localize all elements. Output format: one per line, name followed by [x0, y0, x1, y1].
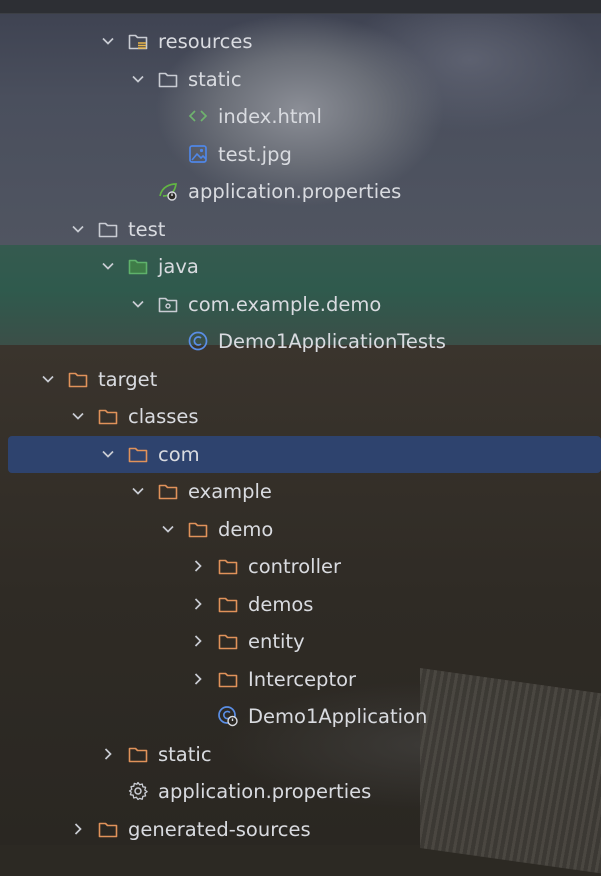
excluded-folder-icon: [217, 555, 239, 577]
chevron-right-icon[interactable]: [188, 631, 208, 651]
tree-node-label: resources: [158, 30, 253, 53]
tree-node-resources[interactable]: resources: [0, 23, 601, 60]
folder-icon: [97, 218, 119, 240]
package-icon: [157, 293, 179, 315]
excluded-folder-icon: [187, 518, 209, 540]
html-file-icon: [187, 105, 209, 127]
tree-node-com-example-demo[interactable]: com.example.demo: [0, 286, 601, 323]
tree-node-com[interactable]: com: [0, 436, 601, 473]
tree-node-label: generated-sources: [128, 817, 311, 841]
tree-node-label: Demo1Application: [248, 705, 428, 728]
tree-node-demo[interactable]: demo: [0, 511, 601, 548]
chevron-down-icon[interactable]: [38, 369, 58, 389]
tree-node-entity[interactable]: entity: [0, 623, 601, 660]
excluded-folder-icon: [217, 668, 239, 690]
excluded-folder-icon: [127, 743, 149, 765]
tree-node-label: target: [98, 367, 158, 391]
excluded-folder-icon: [127, 443, 149, 465]
tree-node-test-jpg[interactable]: test.jpg: [0, 136, 601, 173]
chevron-down-icon[interactable]: [98, 444, 118, 464]
excluded-folder-icon: [217, 593, 239, 615]
image-file-icon: [187, 143, 209, 165]
tree-node-label: entity: [248, 630, 305, 653]
tree-node-label: index.html: [218, 105, 322, 128]
chevron-down-icon[interactable]: [128, 294, 148, 314]
tree-node-demo1application[interactable]: Demo1Application: [0, 698, 601, 735]
tree-node-label: com.example.demo: [188, 292, 382, 316]
tree-node-java[interactable]: java: [0, 248, 601, 285]
tree-node-static[interactable]: static: [0, 61, 601, 98]
chevron-right-icon[interactable]: [188, 594, 208, 614]
chevron-right-icon[interactable]: [188, 669, 208, 689]
tree-node-label: demos: [248, 592, 314, 616]
tree-node-label: classes: [128, 405, 199, 428]
tree-node-label: test: [128, 217, 166, 241]
tree-node-label: Demo1ApplicationTests: [218, 330, 446, 353]
tree-node-demos[interactable]: demos: [0, 586, 601, 623]
tree-node-application-properties[interactable]: application.properties: [0, 773, 601, 810]
tree-node-classes[interactable]: classes: [0, 398, 601, 435]
tree-node-label: controller: [248, 555, 342, 578]
chevron-down-icon[interactable]: [98, 31, 118, 51]
spring-boot-class-icon: [217, 705, 239, 727]
tree-node-label: application.properties: [158, 780, 372, 803]
chevron-right-icon[interactable]: [68, 819, 88, 839]
tree-node-label: static: [188, 67, 242, 91]
chevron-down-icon[interactable]: [128, 481, 148, 501]
tree-node-label: static: [158, 742, 212, 766]
top-edge: [0, 0, 601, 14]
chevron-right-icon[interactable]: [188, 556, 208, 576]
excluded-folder-icon: [67, 368, 89, 390]
tree-node-label: Interceptor: [248, 667, 357, 691]
excluded-folder-icon: [97, 818, 119, 840]
folder-icon: [157, 68, 179, 90]
spring-properties-icon: [157, 180, 179, 202]
tree-node-demo1applicationtests[interactable]: Demo1ApplicationTests: [0, 323, 601, 360]
tree-node-index-html[interactable]: index.html: [0, 98, 601, 135]
excluded-folder-icon: [97, 405, 119, 427]
chevron-down-icon[interactable]: [68, 406, 88, 426]
tree-node-label: test.jpg: [218, 142, 292, 166]
excluded-folder-icon: [217, 630, 239, 652]
tree-node-controller[interactable]: controller: [0, 548, 601, 585]
tree-node-label: java: [158, 255, 199, 278]
test-source-folder-icon: [127, 255, 149, 277]
chevron-down-icon[interactable]: [128, 69, 148, 89]
chevron-down-icon[interactable]: [98, 256, 118, 276]
tree-node-test[interactable]: test: [0, 211, 601, 248]
tree-node-target[interactable]: target: [0, 361, 601, 398]
chevron-down-icon[interactable]: [68, 219, 88, 239]
tree-node-label: demo: [218, 517, 274, 541]
chevron-right-icon[interactable]: [98, 744, 118, 764]
excluded-folder-icon: [157, 480, 179, 502]
resources-folder-icon: [127, 30, 149, 52]
tree-node-label: com: [158, 442, 200, 466]
tree-node-static[interactable]: static: [0, 736, 601, 773]
tree-node-interceptor[interactable]: Interceptor: [0, 661, 601, 698]
class-icon: [187, 330, 209, 352]
chevron-down-icon[interactable]: [158, 519, 178, 539]
tree-node-example[interactable]: example: [0, 473, 601, 510]
tree-node-generated-sources[interactable]: generated-sources: [0, 811, 601, 848]
settings-file-icon: [127, 780, 149, 802]
tree-node-label: example: [188, 480, 272, 503]
tree-node-application-properties[interactable]: application.properties: [0, 173, 601, 210]
tree-node-label: application.properties: [188, 180, 402, 203]
